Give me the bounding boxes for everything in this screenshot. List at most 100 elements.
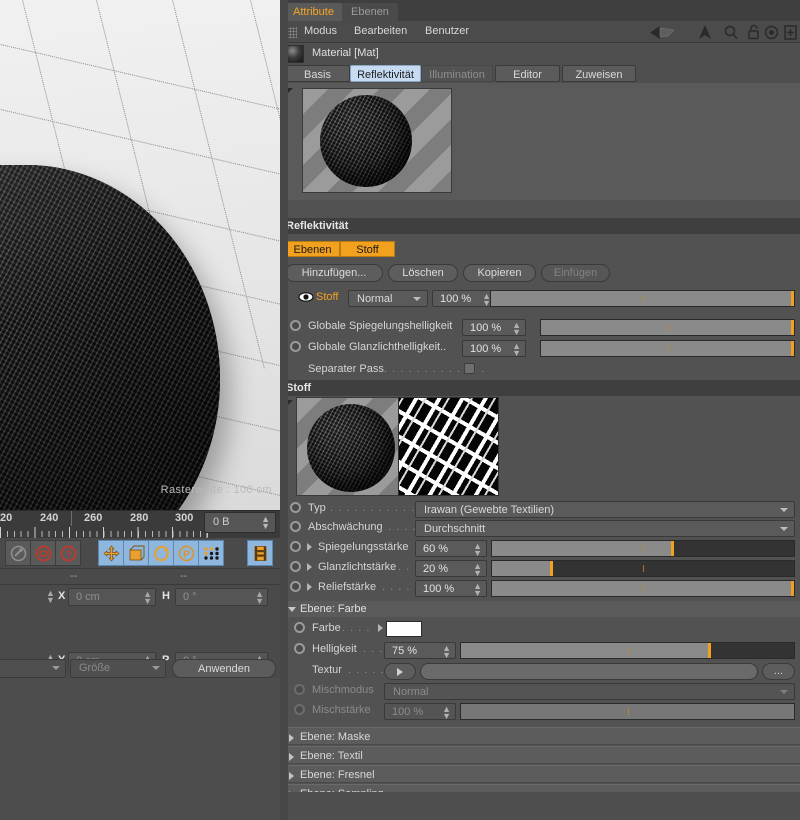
- textur-browse-button[interactable]: ...: [762, 663, 795, 680]
- spinner-icon[interactable]: ▲▼: [261, 515, 270, 531]
- coordinate-row-x[interactable]: ▲ ▼ X 0 cm ▲ ▼ H 0 ° ▲ ▼: [0, 585, 280, 609]
- spinner-icon[interactable]: ▲▼: [512, 321, 521, 337]
- delete-layer-button[interactable]: Löschen: [388, 264, 458, 282]
- panel-menu-bar[interactable]: Modus Bearbeiten Benutzer: [280, 21, 800, 43]
- add-icon[interactable]: [783, 24, 798, 44]
- panel-tab-bar[interactable]: Attribute Ebenen: [280, 0, 800, 21]
- farbe-radio[interactable]: [294, 622, 305, 633]
- farbe-color-swatch[interactable]: [386, 621, 422, 637]
- pill-ebenen[interactable]: Ebenen: [285, 241, 340, 257]
- tab-editor[interactable]: Editor: [495, 65, 560, 82]
- h-rotation-field[interactable]: 0 ° ▲ ▼: [175, 588, 268, 606]
- reliefstaerke-row[interactable]: Reliefstärke . . . . . . 100 % ▲ ▼: [280, 578, 800, 598]
- coord-mode-dropdown[interactable]: [0, 659, 66, 678]
- fabric-pattern-swatch[interactable]: [398, 397, 499, 496]
- glanzlichtstaerke-radio[interactable]: [290, 561, 301, 572]
- tab-illumination[interactable]: Illumination: [421, 65, 493, 82]
- glanzlichtstaerke-row[interactable]: Glanzlichtstärke . . 20 % ▲ ▼: [280, 558, 800, 578]
- expand-triangle-icon[interactable]: [289, 772, 294, 780]
- expand-triangle-icon[interactable]: [307, 563, 312, 571]
- x-position-field[interactable]: 0 cm ▲ ▼: [68, 588, 156, 606]
- section-ebene-fresnel[interactable]: Ebene: Fresnel: [280, 765, 800, 783]
- expand-triangle-icon[interactable]: [307, 543, 312, 551]
- global-specular-row[interactable]: Globale Spiegelungshelligkeit 100 % ▲ ▼: [280, 317, 800, 337]
- expand-triangle-icon[interactable]: [378, 624, 383, 632]
- spinner-icon[interactable]: ▲▼: [46, 589, 55, 605]
- global-gloss-slider[interactable]: [540, 340, 795, 357]
- ebene-farbe-header[interactable]: Ebene: Farbe: [280, 601, 800, 617]
- scale-tool-icon[interactable]: [123, 540, 149, 566]
- stoff-abschwaechung-dropdown[interactable]: Durchschnitt: [415, 520, 795, 537]
- material-tab-row[interactable]: Basis Reflektivität Illumination Editor …: [280, 65, 800, 83]
- move-tool-icon[interactable]: [98, 540, 124, 566]
- separate-pass-row[interactable]: Separater Pass . . . . . . . . . . . . .: [280, 360, 800, 380]
- lock-icon[interactable]: [746, 24, 761, 44]
- render-view-icon[interactable]: [247, 540, 273, 566]
- tab-attribute[interactable]: Attribute: [284, 3, 343, 21]
- spinner-icon[interactable]: ▲▼: [143, 590, 152, 606]
- helligkeit-slider[interactable]: [460, 642, 795, 659]
- tab-zuweisen[interactable]: Zuweisen: [562, 65, 636, 82]
- menu-benutzer[interactable]: Benutzer: [425, 25, 469, 37]
- spinner-icon[interactable]: ▲▼: [473, 542, 482, 558]
- help-icon[interactable]: ?: [55, 540, 81, 566]
- apply-button[interactable]: Anwenden: [172, 659, 276, 678]
- stoff-typ-row[interactable]: Typ . . . . . . . . . . . . . Irawan (Ge…: [280, 499, 800, 519]
- tab-basis[interactable]: Basis: [285, 65, 350, 82]
- slider-knob[interactable]: [791, 320, 794, 335]
- menu-bearbeiten[interactable]: Bearbeiten: [354, 25, 407, 37]
- coordinates-panel[interactable]: -- -- ▲▼ X 0 cm ▲▼ H 0 ° ▲▼ ▲▼ Y 0 cm ▲▼…: [0, 568, 280, 718]
- reflectivity-layer-row[interactable]: Stoff Normal 100 % ▲ ▼: [280, 288, 800, 308]
- glanzlichtstaerke-field[interactable]: 20 % ▲ ▼: [415, 560, 487, 578]
- slider-knob[interactable]: [791, 581, 794, 596]
- spinner-icon[interactable]: ▲▼: [473, 562, 482, 578]
- frame-size-field[interactable]: 0 B ▲ ▼: [204, 512, 276, 533]
- rotate-tool-icon[interactable]: [148, 540, 174, 566]
- tab-ebenen[interactable]: Ebenen: [342, 3, 398, 21]
- spinner-icon[interactable]: ▲▼: [255, 590, 264, 606]
- material-preview-checker[interactable]: [302, 88, 452, 193]
- global-specular-field[interactable]: 100 % ▲ ▼: [462, 319, 526, 337]
- spiegelungsstaerke-row[interactable]: Spiegelungsstärke 60 % ▲ ▼: [280, 538, 800, 558]
- tab-reflektivitaet[interactable]: Reflektivität: [350, 65, 421, 82]
- global-gloss-row[interactable]: Globale Glanzlichthelligkeit.. 100 % ▲ ▼: [280, 338, 800, 358]
- global-gloss-field[interactable]: 100 % ▲ ▼: [462, 340, 526, 358]
- layer-opacity-slider[interactable]: [490, 290, 795, 307]
- spiegelungsstaerke-radio[interactable]: [290, 541, 301, 552]
- farbe-row[interactable]: Farbe . . . .: [280, 619, 800, 639]
- reliefstaerke-slider[interactable]: [491, 580, 795, 597]
- up-arrow-icon[interactable]: [697, 24, 713, 44]
- spinner-icon[interactable]: ▲▼: [512, 342, 521, 358]
- slider-knob[interactable]: [550, 561, 554, 576]
- slider-knob[interactable]: [791, 291, 794, 306]
- collapse-triangle-icon[interactable]: [288, 607, 296, 612]
- spiegelungsstaerke-field[interactable]: 60 % ▲ ▼: [415, 540, 487, 558]
- expand-triangle-icon[interactable]: [307, 583, 312, 591]
- undo-icon[interactable]: [5, 540, 31, 566]
- slider-knob[interactable]: [791, 341, 794, 356]
- stoff-typ-dropdown[interactable]: Irawan (Gewebte Textilien): [415, 501, 795, 518]
- parameter-tool-icon[interactable]: P: [173, 540, 199, 566]
- expand-triangle-icon[interactable]: [289, 753, 294, 761]
- global-specular-radio[interactable]: [290, 320, 301, 331]
- eye-icon[interactable]: [298, 291, 314, 306]
- render-icon[interactable]: [30, 540, 56, 566]
- viewport-toolbar[interactable]: ? P: [0, 538, 280, 568]
- attribute-manager-panel[interactable]: Attribute Ebenen Modus Bearbeiten Benutz…: [280, 0, 800, 820]
- material-thumbnail-icon[interactable]: [286, 45, 304, 63]
- textur-path-field[interactable]: [420, 663, 758, 680]
- size-mode-dropdown[interactable]: Größe: [70, 659, 166, 678]
- reliefstaerke-radio[interactable]: [290, 581, 301, 592]
- pill-stoff[interactable]: Stoff: [340, 241, 395, 257]
- helligkeit-field[interactable]: 75 % ▲ ▼: [384, 642, 456, 660]
- slider-knob[interactable]: [708, 643, 712, 658]
- layer-opacity-field[interactable]: 100 % ▲ ▼: [432, 290, 496, 308]
- expand-triangle-icon[interactable]: [289, 734, 294, 742]
- fabric-3d-object[interactable]: [0, 165, 220, 510]
- section-ebene-maske[interactable]: Ebene: Maske: [280, 727, 800, 745]
- spiegelungsstaerke-slider[interactable]: [491, 540, 795, 557]
- stoff-preview-checker[interactable]: [296, 397, 408, 496]
- separate-pass-checkbox[interactable]: [464, 363, 475, 374]
- section-ebene-textil[interactable]: Ebene: Textil: [280, 746, 800, 764]
- global-gloss-radio[interactable]: [290, 341, 301, 352]
